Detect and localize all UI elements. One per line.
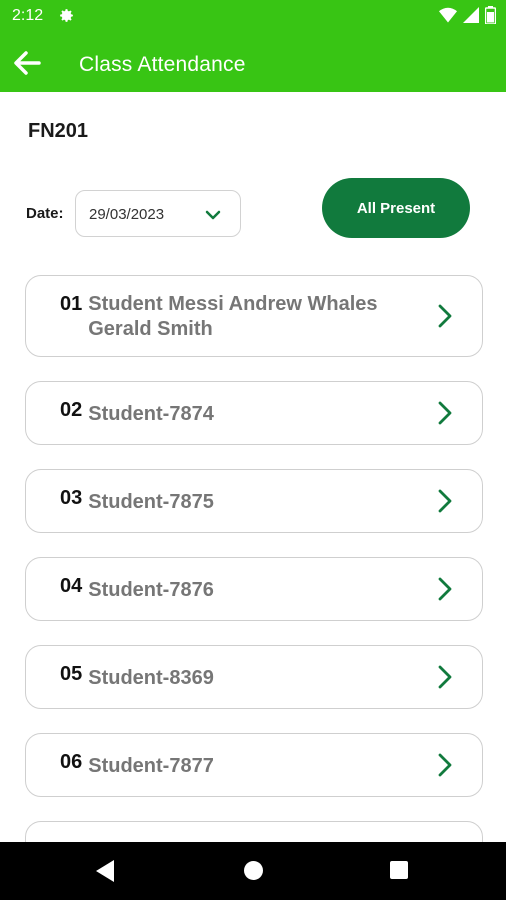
wifi-icon bbox=[439, 7, 457, 28]
page-title: Class Attendance bbox=[79, 53, 246, 76]
chevron-right-icon bbox=[438, 577, 452, 601]
student-number: 03 bbox=[60, 487, 83, 509]
student-name: Student-7875 bbox=[88, 490, 214, 513]
student-number: 01 bbox=[60, 293, 83, 315]
chevron-right-icon bbox=[438, 489, 452, 513]
app-bar: Class Attendance bbox=[0, 32, 506, 92]
gear-icon bbox=[58, 7, 75, 29]
chevron-right-icon bbox=[438, 304, 452, 328]
student-row[interactable]: 01 Student Messi Andrew Whales Gerald Sm… bbox=[25, 275, 483, 357]
student-number: 04 bbox=[60, 575, 83, 597]
chevron-right-icon bbox=[438, 401, 452, 425]
system-nav-bar bbox=[0, 842, 506, 900]
back-button[interactable] bbox=[12, 48, 44, 78]
student-number: 05 bbox=[60, 663, 83, 685]
chevron-right-icon bbox=[438, 665, 452, 689]
home-circle-icon[interactable] bbox=[244, 861, 263, 880]
student-row[interactable]: 05 Student-8369 bbox=[25, 645, 483, 709]
student-number: 02 bbox=[60, 399, 83, 421]
all-present-button[interactable]: All Present bbox=[322, 178, 470, 238]
chevron-down-icon bbox=[204, 206, 222, 229]
status-bar: 2:12 bbox=[0, 0, 506, 32]
date-value: 29/03/2023 bbox=[89, 206, 165, 223]
date-label: Date: bbox=[26, 205, 64, 222]
recents-square-icon[interactable] bbox=[390, 861, 408, 879]
student-list: 01 Student Messi Andrew Whales Gerald Sm… bbox=[25, 275, 483, 909]
student-row[interactable]: 04 Student-7876 bbox=[25, 557, 483, 621]
signal-icon bbox=[463, 7, 479, 28]
back-triangle-icon[interactable] bbox=[96, 860, 114, 887]
date-picker[interactable]: 29/03/2023 bbox=[75, 190, 241, 237]
student-name: Student Messi Andrew Whales Gerald Smith bbox=[88, 293, 378, 340]
class-code: FN201 bbox=[28, 120, 89, 142]
student-number: 06 bbox=[60, 751, 83, 773]
student-row[interactable]: 06 Student-7877 bbox=[25, 733, 483, 797]
student-name: Student-7876 bbox=[88, 578, 214, 601]
student-name: Student-7874 bbox=[88, 402, 214, 425]
student-name: Student-7877 bbox=[88, 754, 214, 777]
student-row[interactable]: 03 Student-7875 bbox=[25, 469, 483, 533]
arrow-left-icon bbox=[12, 51, 42, 82]
chevron-right-icon bbox=[438, 753, 452, 777]
battery-icon bbox=[484, 6, 497, 29]
student-name: Student-8369 bbox=[88, 666, 214, 689]
status-time: 2:12 bbox=[12, 7, 44, 24]
student-row[interactable]: 02 Student-7874 bbox=[25, 381, 483, 445]
